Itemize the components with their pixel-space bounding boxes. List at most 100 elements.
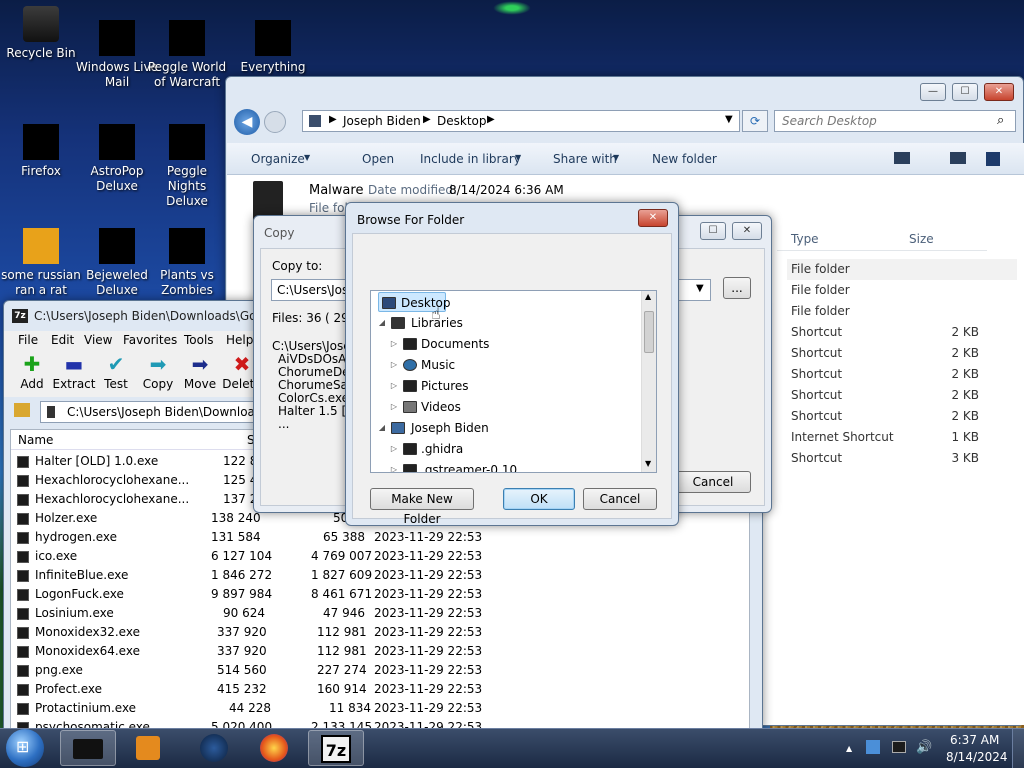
- column-header-size[interactable]: Size: [909, 232, 934, 246]
- maximize-button[interactable]: ☐: [952, 83, 978, 101]
- desktop-icon-plants-vs-zombies[interactable]: Plants vs Zombies: [146, 228, 228, 298]
- desktop-icon-russian-rat[interactable]: some russian ran a rat: [0, 228, 82, 298]
- menu-help[interactable]: Help: [226, 333, 253, 347]
- chevron-down-icon[interactable]: ▼: [725, 114, 733, 125]
- scroll-up-icon[interactable]: ▲: [645, 292, 651, 301]
- tree-node-music[interactable]: ▷ Music: [371, 355, 571, 375]
- column-header-name[interactable]: Name: [18, 433, 53, 447]
- show-desktop-button[interactable]: [1012, 729, 1024, 768]
- table-row[interactable]: Protactinium.exe 44 228 11 834 2023-11-29 2…: [11, 699, 749, 718]
- taskbar-item-firefox[interactable]: [246, 730, 302, 766]
- file-row[interactable]: Internet Shortcut 1 KB: [787, 427, 1017, 448]
- desktop-icon-peggle-nights[interactable]: Peggle Nights Deluxe: [146, 124, 228, 209]
- taskbar-item-explorer[interactable]: [60, 730, 116, 766]
- make-new-folder-button[interactable]: Make New Folder: [370, 488, 474, 526]
- refresh-button[interactable]: ⟳: [742, 110, 768, 132]
- close-button[interactable]: ✕: [732, 222, 762, 240]
- exe-file-icon: [17, 456, 29, 468]
- clock-time[interactable]: 6:37 AM: [950, 733, 999, 747]
- taskbar-item-7zip[interactable]: 7z: [308, 730, 364, 766]
- vertical-scrollbar[interactable]: ▲ ▼: [641, 291, 656, 472]
- breadcrumb-user[interactable]: Joseph Biden: [343, 114, 421, 128]
- menu-tools[interactable]: Tools: [184, 333, 214, 347]
- address-bar[interactable]: ▶ Joseph Biden ▶ Desktop ▶ ▼: [302, 110, 740, 132]
- tray-network-icon[interactable]: [866, 740, 880, 754]
- table-row[interactable]: Profect.exe 415 232 160 914 2023-11-29 22:5…: [11, 680, 749, 699]
- tree-node-videos[interactable]: ▷ Videos: [371, 397, 571, 417]
- tree-node-ghidra[interactable]: ▷ .ghidra: [371, 439, 571, 459]
- extract-button[interactable]: ▬ Extract: [52, 351, 96, 391]
- menu-view[interactable]: View: [84, 333, 112, 347]
- tray-monitor-icon[interactable]: [892, 741, 906, 753]
- menu-edit[interactable]: Edit: [51, 333, 74, 347]
- file-row[interactable]: Shortcut 2 KB: [787, 343, 1017, 364]
- file-row[interactable]: Shortcut 3 KB: [787, 448, 1017, 469]
- add-button[interactable]: ✚ Add: [10, 351, 54, 391]
- dropdown-arrow-icon: ▼: [613, 153, 620, 162]
- file-row[interactable]: File folder: [787, 301, 1017, 322]
- include-library-menu[interactable]: Include in library: [420, 152, 521, 166]
- tree-node-gstreamer[interactable]: ▷ .gstreamer-0.10: [371, 460, 571, 472]
- search-input[interactable]: Search Desktop ⌕: [774, 110, 1016, 132]
- cancel-button[interactable]: Cancel: [583, 488, 657, 510]
- table-row[interactable]: Monoxidex64.exe 337 920 112 981 2023-11-29 …: [11, 642, 749, 661]
- table-row[interactable]: ico.exe 6 127 104 4 769 007 2023-11-29 22:5…: [11, 547, 749, 566]
- file-row[interactable]: Shortcut 2 KB: [787, 364, 1017, 385]
- maximize-button[interactable]: ☐: [700, 222, 726, 240]
- new-folder-button[interactable]: New folder: [652, 152, 717, 166]
- start-button[interactable]: ⊞: [6, 729, 44, 767]
- ok-button[interactable]: OK: [503, 488, 575, 510]
- tree-node-pictures[interactable]: ▷ Pictures: [371, 376, 571, 396]
- desktop-icon-peggle-wow[interactable]: Peggle World of Warcraft: [146, 20, 228, 90]
- user-folder-icon: [391, 422, 405, 434]
- move-button[interactable]: ➡ Move: [178, 351, 222, 391]
- tree-node-documents[interactable]: ▷ Documents: [371, 334, 571, 354]
- organize-menu[interactable]: Organize: [251, 152, 305, 166]
- file-row[interactable]: File folder: [787, 259, 1017, 280]
- help-icon[interactable]: [986, 152, 1000, 166]
- folder-tree[interactable]: Desktop ◢ Libraries ▷ Documents ▷ Music ▷ Pi…: [370, 290, 657, 473]
- table-row[interactable]: Monoxidex32.exe 337 920 112 981 2023-11-29 …: [11, 623, 749, 642]
- breadcrumb-desktop[interactable]: Desktop: [437, 114, 487, 128]
- folder-up-icon[interactable]: [14, 403, 30, 417]
- file-row[interactable]: File folder: [787, 280, 1017, 301]
- tray-volume-icon[interactable]: 🔊: [916, 740, 932, 755]
- desktop-icon-everything[interactable]: Everything: [232, 20, 314, 75]
- close-button[interactable]: ✕: [638, 209, 668, 227]
- share-with-menu[interactable]: Share with: [553, 152, 617, 166]
- open-button[interactable]: Open: [362, 152, 394, 166]
- views-icon[interactable]: [894, 152, 910, 164]
- cancel-button[interactable]: Cancel: [675, 471, 751, 493]
- desktop-icon-firefox[interactable]: Firefox: [0, 124, 82, 179]
- scroll-down-icon[interactable]: ▼: [645, 459, 651, 468]
- taskbar-item-globe[interactable]: [186, 730, 242, 766]
- browse-folder-dialog[interactable]: Browse For Folder ✕ Desktop ◢ Libraries ▷…: [345, 202, 679, 526]
- test-button[interactable]: ✔ Test: [94, 351, 138, 391]
- table-row[interactable]: LogonFuck.exe 9 897 984 8 461 671 2023-11-2…: [11, 585, 749, 604]
- back-button[interactable]: ◀: [234, 109, 260, 135]
- table-row[interactable]: Losinium.exe 90 624 47 946 2023-11-29 22:53: [11, 604, 749, 623]
- file-row[interactable]: Shortcut 2 KB: [787, 385, 1017, 406]
- table-row[interactable]: InfiniteBlue.exe 1 846 272 1 827 609 2023-1…: [11, 566, 749, 585]
- table-row[interactable]: png.exe 514 560 227 274 2023-11-29 22:53: [11, 661, 749, 680]
- file-row[interactable]: Shortcut 2 KB: [787, 322, 1017, 343]
- desktop-icon-recycle-bin[interactable]: Recycle Bin: [0, 6, 82, 61]
- scrollbar-thumb[interactable]: [644, 311, 654, 353]
- chevron-down-icon[interactable]: ▼: [696, 283, 704, 294]
- menu-file[interactable]: File: [18, 333, 38, 347]
- table-row[interactable]: hydrogen.exe 131 584 65 388 2023-11-29 22:5…: [11, 528, 749, 547]
- preview-pane-icon[interactable]: [950, 152, 966, 164]
- copy-button[interactable]: ➡ Copy: [136, 351, 180, 391]
- tree-node-libraries[interactable]: ◢ Libraries: [371, 313, 571, 333]
- minimize-button[interactable]: —: [920, 83, 946, 101]
- forward-button[interactable]: [264, 111, 286, 133]
- browse-button[interactable]: ...: [723, 277, 751, 299]
- column-header-type[interactable]: Type: [791, 232, 819, 246]
- close-button[interactable]: ✕: [984, 83, 1014, 101]
- tray-expand-icon[interactable]: ▲: [846, 744, 852, 753]
- taskbar-item-media[interactable]: [122, 730, 178, 766]
- menu-favorites[interactable]: Favorites: [123, 333, 177, 347]
- clock-date[interactable]: 8/14/2024: [946, 750, 1008, 764]
- file-row[interactable]: Shortcut 2 KB: [787, 406, 1017, 427]
- tree-node-user[interactable]: ◢ Joseph Biden: [371, 418, 571, 438]
